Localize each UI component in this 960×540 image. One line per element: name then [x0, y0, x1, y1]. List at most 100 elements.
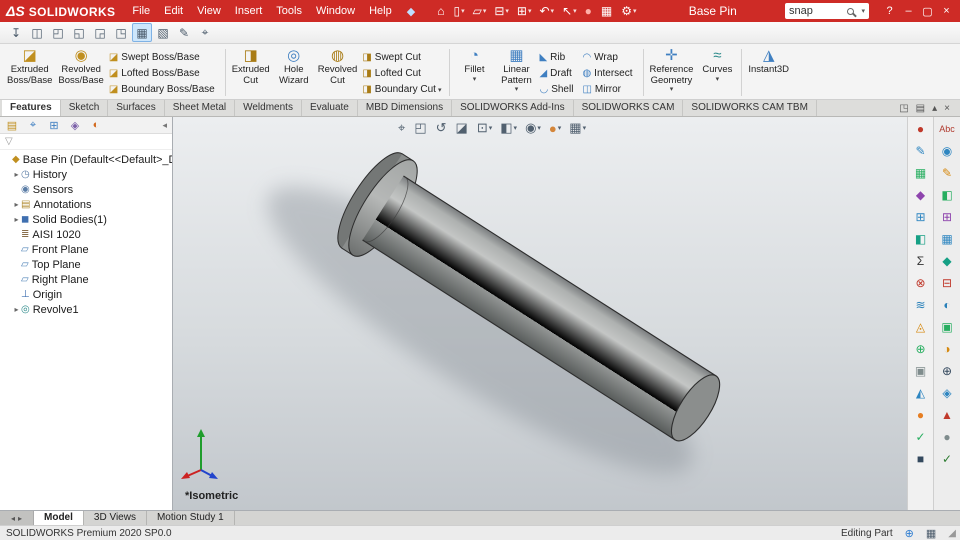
tabstrip-icon-button[interactable]: × — [944, 103, 950, 114]
menu-item[interactable]: Insert — [228, 0, 270, 22]
ribbon-small-button[interactable]: ◠ Wrap — [582, 50, 634, 65]
titlebar-tool-button[interactable]: ⌂ — [433, 0, 449, 22]
ribbon-small-button[interactable]: ◍ Intersect — [582, 66, 634, 81]
toolbar-icon-button[interactable]: ◉ — [936, 141, 958, 161]
menu-item[interactable]: Window — [309, 0, 362, 22]
toolbar-icon-button[interactable]: ⊕ — [910, 339, 932, 359]
fillet-button[interactable]: ◔ Fillet ▾ — [453, 46, 495, 99]
ribbon-small-button[interactable]: ◨ Boundary Cut ▾ — [362, 82, 441, 97]
toolbar-icon-button[interactable]: ▣ — [936, 317, 958, 337]
tree-item[interactable]: ◆ Base Pin (Default<<Default>_Display — [0, 152, 172, 167]
command-tab[interactable]: MBD Dimensions — [358, 100, 453, 116]
tabstrip-icon-button[interactable]: ▴ — [932, 103, 937, 114]
titlebar-tool-button[interactable]: ● — [581, 0, 597, 22]
ribbon-small-button[interactable]: ◪ Swept Boss/Base — [109, 50, 217, 65]
revolved-boss-base-button[interactable]: ◉ Revolved Boss/Base — [55, 46, 106, 99]
tree-item[interactable]: ▸ ◷ History — [0, 167, 172, 182]
panel-tab[interactable]: ◐ — [86, 119, 106, 132]
toolbar-icon-button[interactable]: ◆ — [936, 251, 958, 271]
toolbar-icon-button[interactable]: ⊕ — [936, 361, 958, 381]
tree-item[interactable]: ◉ Sensors — [0, 182, 172, 197]
command-tab[interactable]: Sheet Metal — [165, 100, 236, 116]
titlebar-tool-button[interactable]: ▯ ▾ — [449, 0, 468, 22]
menu-item[interactable]: Help — [362, 0, 399, 22]
model-tab[interactable]: Model — [34, 511, 84, 525]
titlebar-tool-button[interactable]: ⊟ ▾ — [490, 0, 513, 22]
command-tab[interactable]: Features — [2, 100, 61, 116]
titlebar-tool-button[interactable]: ⚙ ▾ — [617, 0, 640, 22]
quickbar-button[interactable]: ✎ — [174, 23, 194, 42]
tree-item[interactable]: ▱ Top Plane — [0, 257, 172, 272]
model-tab[interactable]: Motion Study 1 — [147, 511, 235, 525]
titlebar-tool-button[interactable]: ↶ ▾ — [535, 0, 558, 22]
curves-button[interactable]: ≈ Curves ▾ — [696, 46, 738, 99]
command-tab[interactable]: Surfaces — [108, 100, 165, 116]
window-control-button[interactable]: ▢ — [919, 5, 936, 18]
view-tool-button[interactable]: ◪ — [453, 119, 472, 137]
instant3d-button[interactable]: ◮ Instant3D — [745, 46, 792, 99]
quickbar-button[interactable]: ◫ — [27, 23, 47, 42]
graphics-scene[interactable] — [173, 117, 907, 510]
toolbar-icon-button[interactable]: ▦ — [936, 229, 958, 249]
expand-arrow[interactable]: ▸ — [12, 305, 21, 314]
status-globe-icon[interactable]: ⊕ — [905, 527, 914, 540]
toolbar-icon-button[interactable]: ● — [910, 405, 932, 425]
linear-pattern-button[interactable]: ▦ Linear Pattern ▾ — [495, 46, 537, 99]
extruded-cut-button[interactable]: ◨ Extruded Cut — [229, 46, 273, 99]
expand-arrow[interactable]: ▸ — [12, 200, 21, 209]
graphics-area[interactable]: ⌖ ◰ ↺ ◪ ⊡ ▾ ◧ ▾ ◉ ▾ ● ▾ ▦ ▾ *Isometric — [173, 117, 907, 510]
hole-wizard-button[interactable]: ◎ Hole Wizard — [273, 46, 315, 99]
quickbar-button[interactable]: ▧ — [153, 23, 173, 42]
expand-arrow[interactable]: ▸ — [12, 170, 21, 179]
toolbar-icon-button[interactable]: ● — [910, 119, 932, 139]
toolbar-icon-button[interactable]: ◐ — [936, 295, 958, 315]
quickbar-button[interactable]: ◳ — [111, 23, 131, 42]
command-tab[interactable]: Sketch — [61, 100, 109, 116]
toolbar-icon-button[interactable]: Abc — [936, 119, 958, 139]
tree-item[interactable]: ▸ ▤ Annotations — [0, 197, 172, 212]
view-tool-button[interactable]: ▦ ▾ — [566, 119, 589, 137]
tree-filter-bar[interactable]: ▽ — [0, 134, 172, 150]
toolbar-icon-button[interactable]: ▦ — [910, 163, 932, 183]
titlebar-tool-button[interactable]: ▱ ▾ — [469, 0, 491, 22]
search-box[interactable]: snap ▾ — [785, 3, 869, 19]
titlebar-tool-button[interactable]: ▦ — [597, 0, 617, 22]
model-tab[interactable]: 3D Views — [84, 511, 147, 525]
window-control-button[interactable]: – — [900, 5, 917, 17]
window-control-button[interactable]: × — [938, 5, 955, 17]
panel-collapse-arrow[interactable]: ◂ — [162, 120, 170, 131]
toolbar-icon-button[interactable]: ◆ — [910, 185, 932, 205]
toolbar-icon-button[interactable]: ✓ — [910, 427, 932, 447]
toolbar-icon-button[interactable]: ⊞ — [910, 207, 932, 227]
pin-icon[interactable]: ◆ — [399, 5, 423, 18]
toolbar-icon-button[interactable]: ⊟ — [936, 273, 958, 293]
toolbar-icon-button[interactable]: ■ — [910, 449, 932, 469]
titlebar-tool-button[interactable]: ↖ ▾ — [558, 0, 581, 22]
view-tool-button[interactable]: ◉ ▾ — [522, 119, 544, 137]
quickbar-button[interactable]: ▦ — [132, 23, 152, 42]
toolbar-icon-button[interactable]: ◧ — [910, 229, 932, 249]
command-tab[interactable]: Weldments — [235, 100, 302, 116]
panel-tab[interactable]: ⌖ — [23, 119, 43, 132]
quickbar-button[interactable]: ◱ — [69, 23, 89, 42]
view-tool-button[interactable]: ↺ — [433, 119, 451, 137]
toolbar-icon-button[interactable]: ◈ — [936, 383, 958, 403]
search-input[interactable]: snap — [789, 5, 847, 17]
menu-item[interactable]: File — [125, 0, 157, 22]
reference-geometry-button[interactable]: ✛ Reference Geometry ▾ — [647, 46, 697, 99]
panel-tab[interactable]: ▤ — [2, 119, 22, 132]
command-tab[interactable]: SOLIDWORKS Add-Ins — [452, 100, 574, 116]
quickbar-button[interactable]: ◰ — [48, 23, 68, 42]
view-tool-button[interactable]: ⊡ ▾ — [474, 119, 495, 137]
quickbar-button[interactable]: ⌖ — [195, 23, 215, 42]
extruded-boss-base-button[interactable]: ◪ Extruded Boss/Base — [4, 46, 55, 99]
tabstrip-icon-button[interactable]: ▤ — [916, 103, 925, 114]
titlebar-tool-button[interactable]: ⊞ ▾ — [513, 0, 536, 22]
window-control-button[interactable]: ? — [881, 5, 898, 17]
menu-item[interactable]: View — [190, 0, 228, 22]
ribbon-small-button[interactable]: ◡ Shell — [539, 82, 575, 97]
toolbar-icon-button[interactable]: ◑ — [936, 339, 958, 359]
tree-item[interactable]: ▱ Right Plane — [0, 272, 172, 287]
search-icon[interactable] — [847, 7, 855, 15]
tab-scroll-arrow[interactable]: ◂ — [11, 514, 15, 523]
